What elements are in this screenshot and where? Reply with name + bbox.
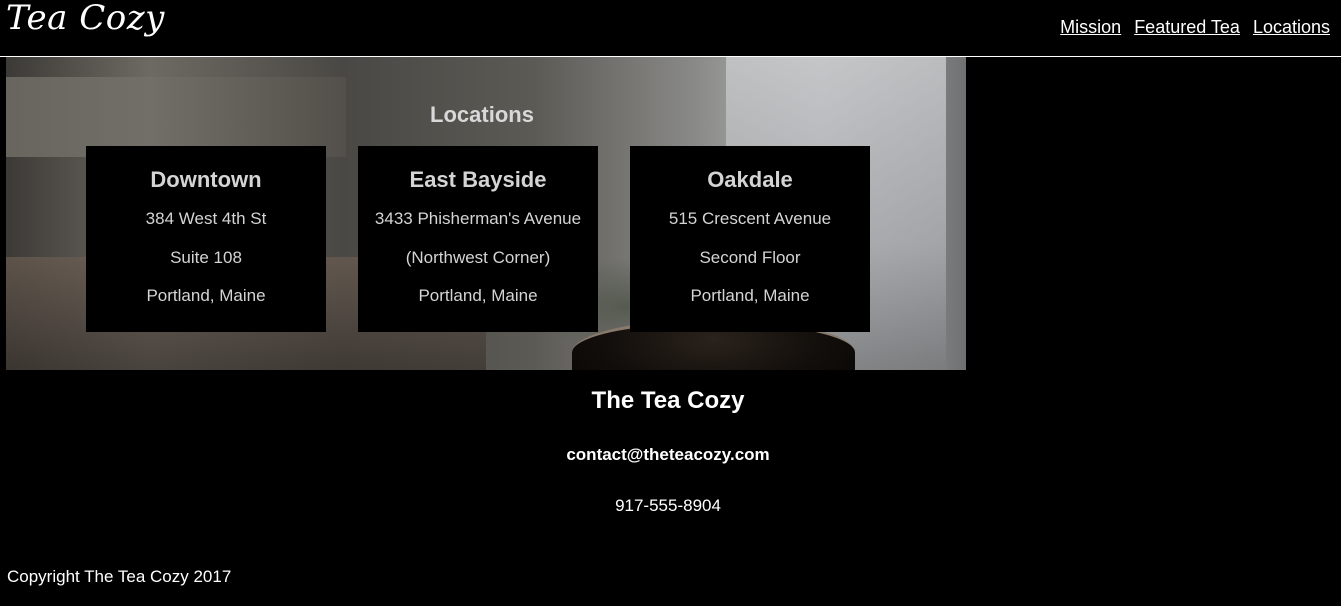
address-line: Portland, Maine [690,286,810,305]
location-card-oakdale: Oakdale 515 Crescent Avenue Second Floor… [630,146,870,332]
address-line: 515 Crescent Avenue [668,209,832,228]
address-line: Portland, Maine [418,286,538,305]
nav-link-featured-tea[interactable]: Featured Tea [1134,17,1240,38]
main-nav: Mission Featured Tea Locations [1060,17,1330,38]
address-line: Second Floor [699,247,801,267]
location-card-downtown: Downtown 384 West 4th St Suite 108 Portl… [86,146,326,332]
page: Tea Cozy Mission Featured Tea Locations … [0,0,1341,606]
copyright-text: Copyright The Tea Cozy 2017 [7,567,232,586]
address-line: Portland, Maine [146,286,266,305]
contact-phone: 917-555-8904 [615,496,721,515]
company-name: The Tea Cozy [591,387,745,414]
location-name: Oakdale [707,167,793,192]
locations-section: Locations Downtown 384 West 4th St Suite… [6,57,966,370]
nav-link-locations[interactable]: Locations [1253,17,1330,38]
address-line: 3433 Phisherman's Avenue [374,209,582,228]
location-card-east-bayside: East Bayside 3433 Phisherman's Avenue (N… [358,146,598,332]
location-name: Downtown [150,167,262,192]
contact-email[interactable]: contact@theteacozy.com [0,445,1336,465]
address-line: Suite 108 [170,247,242,267]
logo[interactable]: Tea Cozy [6,0,165,38]
address-line: 384 West 4th St [145,209,267,228]
location-name: East Bayside [409,167,547,192]
contact-section: The Tea Cozy contact@theteacozy.com 917-… [0,387,1336,516]
locations-heading: Locations [430,102,534,127]
site-header: Tea Cozy Mission Featured Tea Locations [0,0,1341,57]
address-line: (Northwest Corner) [405,247,551,267]
nav-link-mission[interactable]: Mission [1060,17,1121,38]
